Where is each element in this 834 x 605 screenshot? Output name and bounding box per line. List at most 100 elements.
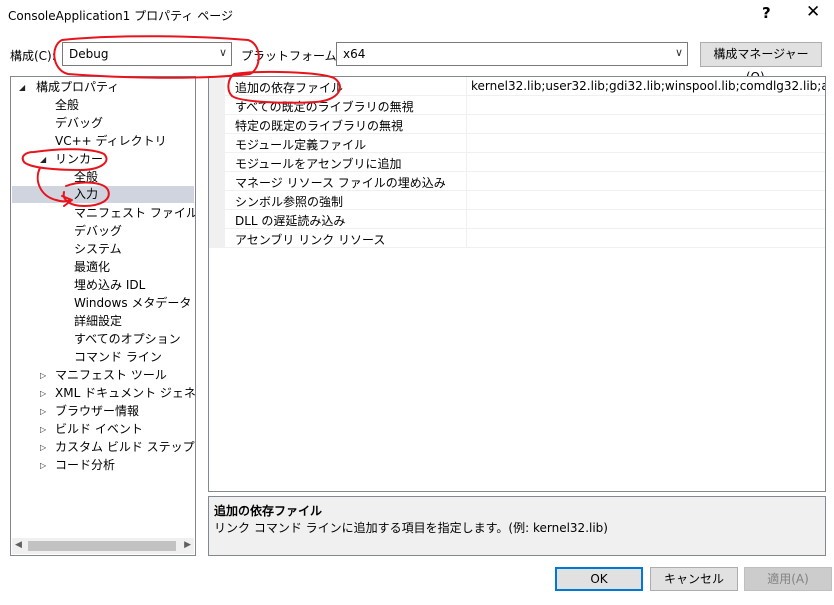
row-gutter (209, 172, 225, 191)
tree-horizontal-scrollbar[interactable]: ◀ ▶ (12, 538, 194, 554)
tree-item-embedded-idl[interactable]: 埋め込み IDL (74, 277, 145, 294)
tree-item-optimization[interactable]: 最適化 (74, 259, 110, 276)
description-title: 追加の依存ファイル (214, 504, 323, 518)
tree-item-linker-debugging[interactable]: デバッグ (74, 223, 122, 240)
tree-item-label: マニフェスト ツール (55, 368, 167, 382)
row-gutter (209, 115, 225, 134)
tree-item-label: 埋め込み IDL (74, 278, 146, 292)
apply-button[interactable]: 適用(A) (744, 567, 832, 591)
cancel-button[interactable]: キャンセル (650, 567, 738, 591)
row-gutter (209, 229, 225, 248)
column-divider (466, 115, 467, 134)
row-gutter (209, 191, 225, 210)
grid-row-add-module-to-assembly[interactable]: モジュールをアセンブリに追加 (209, 153, 825, 172)
tree-item-general[interactable]: 全般 (55, 97, 79, 114)
tree-item-browse-info[interactable]: ▷ ブラウザー情報 (40, 403, 139, 420)
grid-row-delay-loaded-dlls[interactable]: DLL の遅延読み込み (209, 210, 825, 229)
tree-item-system[interactable]: システム (74, 241, 122, 258)
tree-item-custom-build-step[interactable]: ▷ カスタム ビルド ステップ (40, 439, 195, 456)
tree-item-label: 詳細設定 (74, 314, 123, 328)
tree-item-label: デバッグ (55, 116, 104, 130)
collapsed-icon[interactable]: ▷ (40, 403, 46, 420)
tree-item-xml-doc-generator[interactable]: ▷ XML ドキュメント ジェネレーター (40, 385, 195, 402)
tree-item-label: すべてのオプション (74, 332, 181, 346)
property-name: すべての既定のライブラリの無視 (235, 100, 414, 114)
tree-item-linker-input[interactable]: 入力 (12, 186, 194, 203)
tree-item-vc-directories[interactable]: VC++ ディレクトリ (55, 133, 167, 150)
tree-item-label: ビルド イベント (55, 422, 143, 436)
collapsed-icon[interactable]: ▷ (40, 385, 46, 402)
property-name: シンボル参照の強制 (235, 195, 344, 209)
tree-item-label: リンカー (55, 152, 104, 166)
tree-item-label: 最適化 (74, 260, 111, 274)
scroll-right-icon[interactable]: ▶ (184, 540, 191, 550)
tree-item-advanced[interactable]: 詳細設定 (74, 313, 122, 330)
tree-item-command-line[interactable]: コマンド ライン (74, 349, 162, 366)
column-divider (466, 134, 467, 153)
row-gutter (209, 153, 225, 172)
config-manager-button[interactable]: 構成マネージャー(O)... (700, 42, 822, 84)
row-gutter (209, 210, 225, 229)
chevron-down-icon: ∨ (674, 46, 683, 59)
collapsed-icon[interactable]: ▷ (40, 439, 46, 456)
grid-row-module-definition-file[interactable]: モジュール定義ファイル (209, 134, 825, 153)
collapsed-icon[interactable]: ▷ (40, 421, 46, 438)
grid-row-ignore-all-default-libs[interactable]: すべての既定のライブラリの無視 (209, 96, 825, 115)
grid-row-ignore-specific-default-libs[interactable]: 特定の既定のライブラリの無視 (209, 115, 825, 134)
platform-dropdown[interactable]: x64 ∨ (336, 42, 688, 66)
property-name: モジュールをアセンブリに追加 (235, 157, 402, 171)
property-grid[interactable]: 追加の依存ファイル kernel32.lib;user32.lib;gdi32.… (208, 76, 826, 492)
tree-item-code-analysis[interactable]: ▷ コード分析 (40, 457, 116, 474)
tree-item-label: システム (74, 242, 122, 256)
column-divider (466, 191, 467, 210)
tree-item-build-events[interactable]: ▷ ビルド イベント (40, 421, 143, 438)
tree-item-linker[interactable]: ◢ リンカー (40, 151, 104, 168)
tree-item-manifest-file[interactable]: マニフェスト ファイル (74, 205, 196, 222)
chevron-down-icon: ∨ (218, 46, 227, 59)
tree-item-label: カスタム ビルド ステップ (55, 440, 195, 454)
expanded-icon[interactable]: ◢ (19, 79, 25, 96)
config-value: Debug (69, 47, 109, 61)
column-divider (466, 77, 467, 96)
grid-row-assembly-link-resource[interactable]: アセンブリ リンク リソース (209, 229, 825, 248)
close-button[interactable]: ✕ (806, 2, 820, 22)
property-name: DLL の遅延読み込み (235, 214, 346, 228)
property-tree[interactable]: ◢ 構成プロパティ 全般 デバッグ VC++ ディレクトリ ◢ リンカー 全般 … (10, 76, 196, 556)
property-name: 特定の既定のライブラリの無視 (235, 119, 404, 133)
ok-button[interactable]: OK (555, 567, 643, 591)
platform-value: x64 (343, 47, 366, 61)
tree-item-config-properties[interactable]: ◢ 構成プロパティ (19, 79, 120, 96)
column-divider (466, 153, 467, 172)
row-gutter (209, 96, 225, 115)
tree-item-label: 入力 (74, 187, 99, 201)
column-divider (466, 210, 467, 229)
column-divider (466, 172, 467, 191)
help-button[interactable]: ? (762, 4, 771, 22)
tree-item-label: 構成プロパティ (36, 80, 120, 94)
column-divider (466, 229, 467, 248)
tree-item-label: デバッグ (74, 224, 123, 238)
tree-item-label: マニフェスト ファイル (74, 206, 196, 220)
collapsed-icon[interactable]: ▷ (40, 367, 46, 384)
config-label: 構成(C): (10, 49, 56, 63)
tree-item-linker-general[interactable]: 全般 (74, 169, 98, 186)
tree-item-manifest-tool[interactable]: ▷ マニフェスト ツール (40, 367, 167, 384)
tree-item-label: 全般 (74, 170, 99, 184)
grid-row-embed-managed-resource[interactable]: マネージ リソース ファイルの埋め込み (209, 172, 825, 191)
scrollbar-thumb[interactable] (28, 541, 176, 551)
property-name: モジュール定義ファイル (235, 138, 367, 152)
collapsed-icon[interactable]: ▷ (40, 457, 46, 474)
tree-item-all-options[interactable]: すべてのオプション (74, 331, 181, 348)
config-dropdown[interactable]: Debug ∨ (62, 42, 232, 66)
property-name: 追加の依存ファイル (235, 81, 344, 95)
tree-item-label: コマンド ライン (74, 350, 162, 364)
tree-item-label: コード分析 (55, 458, 116, 472)
scroll-left-icon[interactable]: ◀ (15, 540, 22, 550)
property-value[interactable]: kernel32.lib;user32.lib;gdi32.lib;winspo… (471, 79, 825, 93)
grid-row-force-symbol-references[interactable]: シンボル参照の強制 (209, 191, 825, 210)
expanded-icon[interactable]: ◢ (40, 151, 46, 168)
description-panel: 追加の依存ファイル リンク コマンド ラインに追加する項目を指定します。(例: … (208, 496, 826, 556)
tree-item-debugging[interactable]: デバッグ (55, 115, 103, 132)
tree-item-windows-metadata[interactable]: Windows メタデータ (74, 295, 191, 312)
grid-row-additional-dependencies[interactable]: 追加の依存ファイル kernel32.lib;user32.lib;gdi32.… (209, 77, 825, 96)
